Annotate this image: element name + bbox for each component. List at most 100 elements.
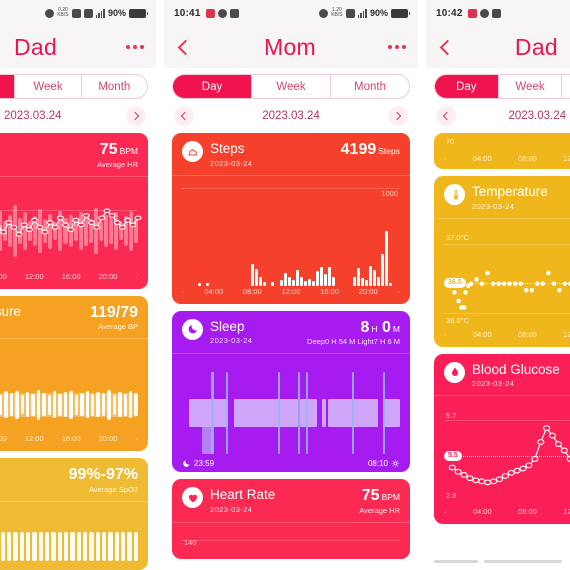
data-point bbox=[449, 465, 455, 470]
glucose-icon bbox=[444, 361, 465, 383]
bp-bar bbox=[96, 392, 100, 418]
spo2-bar bbox=[13, 532, 18, 561]
divider bbox=[172, 174, 410, 176]
card-title-heart-rate-mid: Heart Rate bbox=[210, 487, 276, 503]
thermometer-icon bbox=[444, 184, 465, 205]
data-point bbox=[455, 469, 461, 474]
bp-bar bbox=[107, 389, 111, 420]
axis-tick: 08:00 bbox=[518, 329, 537, 339]
back-button-mid[interactable] bbox=[176, 39, 192, 55]
data-point bbox=[479, 479, 485, 484]
heart-icon bbox=[182, 487, 203, 509]
card-header: 99%-97% Average SpO2 bbox=[0, 466, 138, 494]
shoe-icon bbox=[182, 141, 203, 162]
steps-bar bbox=[255, 269, 259, 286]
more-options-button-mid[interactable] bbox=[388, 45, 406, 49]
stat-value-steps: 4199 Steps bbox=[341, 141, 400, 159]
spo2-bar bbox=[25, 532, 31, 561]
steps-bar bbox=[385, 230, 389, 286]
data-point bbox=[109, 213, 115, 217]
stat-value-heart-rate-mid: 75 BPM bbox=[359, 487, 400, 505]
date-label-left: 2023.03.24 bbox=[4, 110, 62, 122]
tab-month-right[interactable]: Month bbox=[562, 75, 570, 98]
spo2-bar bbox=[114, 532, 119, 561]
data-point bbox=[6, 220, 12, 224]
data-point bbox=[520, 466, 526, 471]
data-point bbox=[513, 280, 518, 286]
stat-unit: BPM bbox=[381, 492, 400, 503]
tab-day-left[interactable]: Day bbox=[0, 75, 16, 98]
card-blood-oxygen-left[interactable]: 99%-97% Average SpO2 bbox=[0, 458, 148, 570]
data-point bbox=[135, 216, 141, 220]
card-blood-glucose[interactable]: Blood Glucose 2023-03-24 9.7 2.8 5.5 · 0… bbox=[434, 353, 570, 525]
data-point bbox=[501, 280, 507, 286]
tab-week-mid[interactable]: Week bbox=[252, 75, 331, 98]
spo2-bar bbox=[108, 532, 113, 561]
bp-bar bbox=[25, 392, 30, 418]
tab-day-mid[interactable]: Day bbox=[173, 75, 252, 98]
bp-bar bbox=[128, 391, 133, 418]
data-point bbox=[94, 225, 100, 229]
data-point bbox=[0, 225, 1, 229]
spo2-bar bbox=[32, 532, 37, 561]
hr-average-dots bbox=[0, 179, 138, 271]
steps-bar bbox=[283, 273, 287, 286]
battery-percent-mid: 90% bbox=[369, 8, 388, 18]
stat-unit: Steps bbox=[378, 146, 400, 156]
tab-month-mid[interactable]: Month bbox=[331, 75, 409, 98]
card-header: Steps 2023-03-24 4199 Steps bbox=[182, 141, 400, 168]
clock-right: 10:42 bbox=[436, 7, 463, 19]
divider bbox=[0, 338, 148, 340]
tab-day-right[interactable]: Day bbox=[435, 75, 499, 98]
panel-right-dad: 10:42 Dad Day Week Month 2023.03.24 bbox=[426, 0, 570, 570]
card-heart-rate-left[interactable]: e 75BPM Average HR 08:0012:0016 bbox=[0, 133, 148, 289]
steps-bar bbox=[259, 276, 263, 286]
bp-bar bbox=[85, 391, 90, 418]
card-date-temperature: 2023-03-24 bbox=[472, 201, 515, 211]
card-blood-pressure-left[interactable]: ssure 119/79 Average BP 08:00 12:00 16:00 2… bbox=[0, 295, 148, 452]
prev-date-button-right[interactable] bbox=[436, 106, 456, 126]
x-axis-temperature: · 04:00 08:00 12:00 bbox=[444, 329, 570, 343]
card-steps[interactable]: Steps 2023-03-24 4199 Steps 1000 · 04:00 08… bbox=[172, 133, 410, 304]
sleep-segment-light bbox=[234, 398, 298, 428]
card-title-sleep: Sleep bbox=[210, 318, 245, 334]
card-heart-rate-mid[interactable]: Heart Rate 2023-03-24 75 BPM Average HR 1… bbox=[172, 479, 410, 559]
card-partial-top-right[interactable]: 70 · 04:00 08:00 12:00 bbox=[434, 133, 570, 169]
back-button-right[interactable] bbox=[438, 39, 454, 55]
card-header: Sleep 2023-03-24 8H 0M Deep0 H 54 M Ligh… bbox=[182, 318, 400, 347]
divider bbox=[434, 217, 570, 219]
status-bar-left: 0.20 KB/S 90% bbox=[0, 0, 156, 26]
next-date-button-left[interactable] bbox=[126, 106, 146, 126]
data-point bbox=[461, 304, 467, 310]
card-sleep[interactable]: Sleep 2023-03-24 8H 0M Deep0 H 54 M Ligh… bbox=[172, 310, 410, 473]
chart-heart-rate-mid: 140 bbox=[182, 525, 400, 555]
bp-bar bbox=[47, 394, 52, 415]
tab-week-left[interactable]: Week bbox=[15, 75, 82, 98]
data-point bbox=[461, 473, 467, 478]
card-title-temperature: Temperature bbox=[472, 184, 548, 199]
sleep-segment-light bbox=[299, 398, 318, 428]
more-options-button-left[interactable] bbox=[126, 45, 144, 49]
tab-month-left[interactable]: Month bbox=[82, 75, 147, 98]
chart-heart-rate-left bbox=[0, 179, 138, 271]
bp-bar bbox=[58, 393, 62, 416]
card-stat: 8H 0M Deep0 H 54 M Light7 H 6 M bbox=[307, 319, 400, 347]
card-temperature[interactable]: Temperature 2023-03-24 37.0°C 36.0°C 36.… bbox=[434, 176, 570, 347]
tab-week-right[interactable]: Week bbox=[499, 75, 563, 98]
page-title-mid: Mom bbox=[263, 33, 316, 60]
chart-blood-glucose: 9.7 2.8 5.5 bbox=[444, 398, 570, 506]
date-label-mid: 2023.03.24 bbox=[262, 110, 320, 122]
period-tabs-left: Day Week Month bbox=[0, 74, 148, 99]
axis-tick: · bbox=[444, 507, 447, 517]
steps-bar bbox=[328, 267, 332, 286]
gridline-label-partial: 70 bbox=[446, 137, 455, 146]
bp-bar bbox=[4, 391, 8, 418]
next-date-button-mid[interactable] bbox=[388, 106, 408, 126]
panel-divider-1 bbox=[156, 0, 164, 570]
divider bbox=[172, 353, 410, 355]
prev-date-button-mid[interactable] bbox=[174, 106, 194, 126]
axis-tick: 12:00 bbox=[563, 154, 570, 163]
card-stat: 75 BPM Average HR bbox=[359, 487, 400, 515]
axis-tick: 08:00 bbox=[242, 286, 262, 296]
spo2-bar bbox=[63, 532, 69, 561]
